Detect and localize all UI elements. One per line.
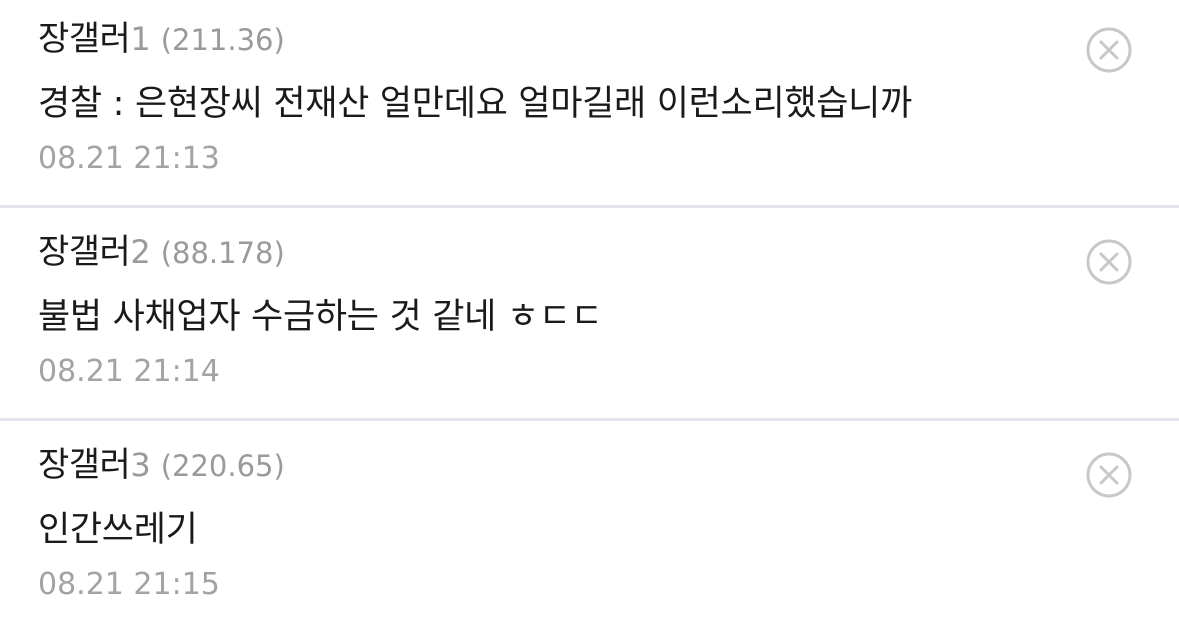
comment-item: 장갤러2 (88.178) 불법 사채업자 수금하는 것 같네 ㅎㄷㄷ 08.21… [0, 213, 1179, 425]
comment-nick-number: 2 [130, 233, 151, 271]
comment-ip: (211.36) [160, 23, 285, 57]
delete-comment-button[interactable] [1086, 239, 1132, 285]
comment-text: 인간쓰레기 [38, 510, 198, 550]
comment-nick-number: 3 [130, 446, 151, 484]
circle-x-icon [1086, 27, 1132, 73]
comment-text: 불법 사채업자 수금하는 것 같네 ㅎㄷㄷ [38, 297, 603, 337]
delete-comment-button[interactable] [1086, 27, 1132, 73]
comment-timestamp: 08.21 21:15 [38, 567, 220, 602]
comment-text: 경찰 : 은현장씨 전재산 얼만데요 얼마길래 이런소리했습니까 [38, 84, 912, 124]
delete-comment-button[interactable] [1086, 452, 1132, 498]
comment-nick-number: 1 [130, 20, 151, 58]
comment-meta: 장갤러1 (211.36) [38, 18, 285, 66]
comment-nickname[interactable]: 장갤러 [38, 445, 131, 485]
comment-meta: 장갤러2 (88.178) [38, 231, 285, 279]
comment-divider [0, 418, 1179, 421]
comment-timestamp: 08.21 21:14 [38, 354, 220, 389]
comment-list: 장갤러1 (211.36) 경찰 : 은현장씨 전재산 얼만데요 얼마길래 이런소… [0, 0, 1179, 602]
comment-ip: (88.178) [160, 236, 285, 270]
comment-item: 장갤러3 (220.65) 인간쓰레기 08.21 21:15 [0, 426, 1179, 638]
comment-meta: 장갤러3 (220.65) [38, 444, 285, 492]
comment-ip: (220.65) [160, 449, 285, 483]
comment-timestamp: 08.21 21:13 [38, 141, 220, 176]
comment-divider [0, 205, 1179, 208]
circle-x-icon [1086, 239, 1132, 285]
comment-nickname[interactable]: 장갤러 [38, 19, 131, 59]
circle-x-icon [1086, 452, 1132, 498]
comment-nickname[interactable]: 장갤러 [38, 232, 131, 272]
comment-item: 장갤러1 (211.36) 경찰 : 은현장씨 전재산 얼만데요 얼마길래 이런소… [0, 0, 1179, 212]
